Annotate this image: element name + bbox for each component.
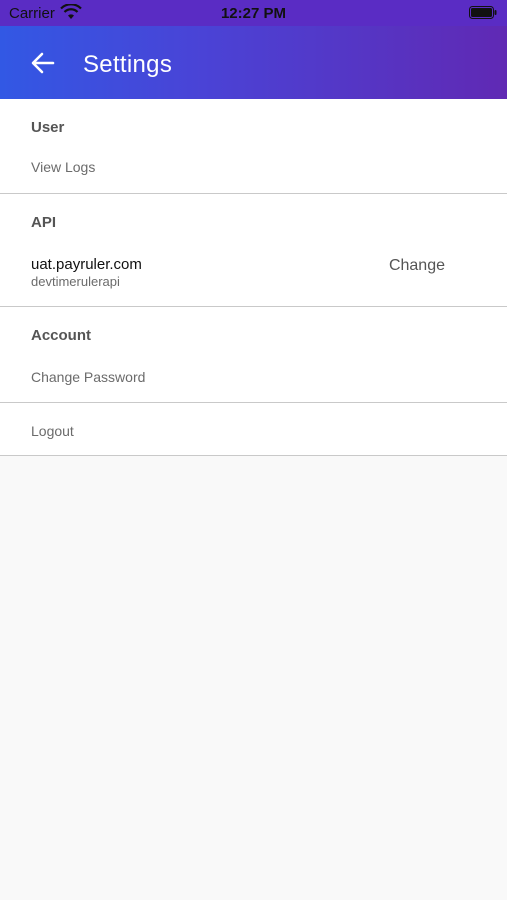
change-password-item[interactable]: Change Password [31,369,145,385]
page-title: Settings [83,51,173,78]
section-header-api: API [31,214,57,231]
api-name: devtimerulerapi [31,274,120,289]
section-logout: Logout [0,403,507,456]
section-header-account: Account [31,327,91,344]
section-header-user: User [31,119,65,136]
logout-item[interactable]: Logout [31,423,74,439]
section-api: API uat.payruler.com devtimerulerapi Cha… [0,194,507,307]
back-button[interactable] [24,44,62,82]
api-host: uat.payruler.com [31,256,142,273]
view-logs-item[interactable]: View Logs [31,159,95,175]
section-user: User View Logs [0,99,507,194]
settings-list: User View Logs API uat.payruler.com devt… [0,99,507,456]
section-account: Account Change Password [0,307,507,403]
status-bar: Carrier 12:27 PM [0,0,507,26]
change-api-button[interactable]: Change [389,257,445,275]
app-bar: Settings [0,26,507,99]
arrow-left-icon [31,52,55,74]
battery-icon [469,6,497,19]
status-time: 12:27 PM [220,5,287,22]
